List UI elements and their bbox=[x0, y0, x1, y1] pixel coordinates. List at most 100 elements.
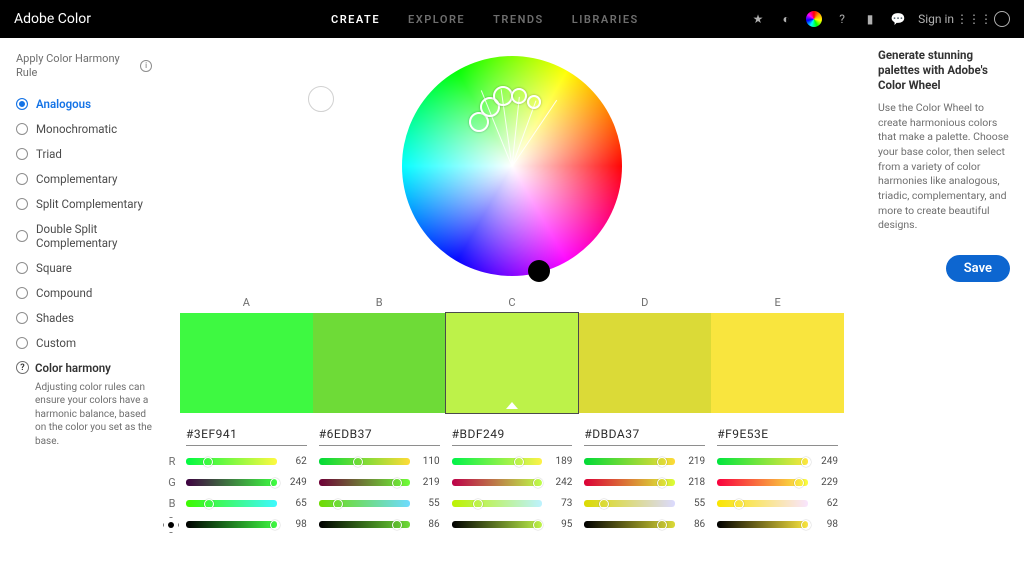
slider-thumb[interactable] bbox=[794, 478, 804, 488]
swatch-color[interactable] bbox=[180, 313, 313, 413]
slider-thumb[interactable] bbox=[392, 520, 402, 530]
slider-track[interactable] bbox=[584, 521, 675, 528]
nav-libraries[interactable]: LIBRARIES bbox=[572, 13, 639, 26]
black-dot-preview[interactable] bbox=[528, 260, 550, 282]
slider-track[interactable] bbox=[186, 500, 277, 507]
slider-thumb[interactable] bbox=[801, 520, 811, 530]
save-button[interactable]: Save bbox=[946, 255, 1010, 282]
slider-thumb[interactable] bbox=[270, 478, 280, 488]
slider-track[interactable] bbox=[717, 521, 808, 528]
slider-thumb[interactable] bbox=[801, 457, 811, 467]
slider-thumb[interactable] bbox=[473, 499, 483, 509]
swatch-color[interactable] bbox=[313, 313, 446, 413]
wheel-marker-e[interactable] bbox=[527, 95, 541, 109]
swatch-color[interactable] bbox=[578, 313, 711, 413]
slider-thumb[interactable] bbox=[514, 457, 524, 467]
slider-value[interactable]: 110 bbox=[416, 456, 440, 467]
slider-track[interactable] bbox=[319, 521, 410, 528]
wheel-marker-d[interactable] bbox=[511, 88, 527, 104]
slider-track[interactable] bbox=[186, 479, 277, 486]
harmony-rule-analogous[interactable]: Analogous bbox=[16, 97, 152, 111]
harmony-rule-monochromatic[interactable]: Monochromatic bbox=[16, 122, 152, 136]
harmony-rule-triad[interactable]: Triad bbox=[16, 147, 152, 161]
harmony-rule-square[interactable]: Square bbox=[16, 261, 152, 275]
slider-thumb[interactable] bbox=[353, 457, 363, 467]
apps-icon[interactable]: ⋮⋮⋮ bbox=[966, 11, 982, 27]
slider-thumb[interactable] bbox=[392, 478, 402, 488]
slider-track[interactable] bbox=[717, 500, 808, 507]
slider-value[interactable]: 249 bbox=[283, 477, 307, 488]
slider-thumb[interactable] bbox=[204, 499, 214, 509]
slider-track[interactable] bbox=[186, 458, 277, 465]
slider-value[interactable]: 242 bbox=[548, 477, 572, 488]
harmony-rule-double-split-complementary[interactable]: Double Split Complementary bbox=[16, 222, 152, 250]
hex-value-b[interactable]: #6EDB37 bbox=[313, 423, 446, 446]
info-icon[interactable]: i bbox=[140, 60, 152, 72]
cc-icon[interactable] bbox=[994, 11, 1010, 27]
nav-trends[interactable]: TRENDS bbox=[493, 13, 544, 26]
slider-track[interactable] bbox=[319, 479, 410, 486]
color-wheel-icon[interactable] bbox=[806, 11, 822, 27]
slider-value[interactable]: 219 bbox=[681, 456, 705, 467]
nav-explore[interactable]: EXPLORE bbox=[408, 13, 465, 26]
slider-track[interactable] bbox=[584, 458, 675, 465]
slider-value[interactable]: 86 bbox=[681, 519, 705, 530]
slider-track[interactable] bbox=[452, 458, 543, 465]
slider-value[interactable]: 62 bbox=[814, 498, 838, 509]
slider-thumb[interactable] bbox=[533, 520, 543, 530]
chat-icon[interactable]: 💬 bbox=[890, 11, 906, 27]
slider-track[interactable] bbox=[452, 521, 543, 528]
hex-value-e[interactable]: #F9E53E bbox=[711, 423, 844, 446]
slider-thumb[interactable] bbox=[203, 457, 213, 467]
slider-value[interactable]: 86 bbox=[416, 519, 440, 530]
slider-value[interactable]: 62 bbox=[283, 456, 307, 467]
hex-value-a[interactable]: #3EF941 bbox=[180, 423, 313, 446]
slider-value[interactable]: 219 bbox=[416, 477, 440, 488]
slider-track[interactable] bbox=[452, 479, 543, 486]
moon-icon[interactable]: ◐ bbox=[778, 11, 794, 27]
slider-track[interactable] bbox=[584, 500, 675, 507]
slider-value[interactable]: 98 bbox=[283, 519, 307, 530]
harmony-rule-split-complementary[interactable]: Split Complementary bbox=[16, 197, 152, 211]
slider-thumb[interactable] bbox=[270, 520, 280, 530]
question-icon[interactable]: ? bbox=[16, 361, 29, 374]
slider-thumb[interactable] bbox=[657, 520, 667, 530]
slider-thumb[interactable] bbox=[599, 499, 609, 509]
slider-value[interactable]: 218 bbox=[681, 477, 705, 488]
slider-value[interactable]: 55 bbox=[416, 498, 440, 509]
slider-value[interactable]: 55 bbox=[681, 498, 705, 509]
slider-thumb[interactable] bbox=[533, 478, 543, 488]
slider-track[interactable] bbox=[319, 458, 410, 465]
slider-value[interactable]: 95 bbox=[548, 519, 572, 530]
slider-thumb[interactable] bbox=[734, 499, 744, 509]
slider-value[interactable]: 98 bbox=[814, 519, 838, 530]
slider-value[interactable]: 229 bbox=[814, 477, 838, 488]
hex-value-d[interactable]: #DBDA37 bbox=[578, 423, 711, 446]
slider-track[interactable] bbox=[319, 500, 410, 507]
slider-track[interactable] bbox=[717, 458, 808, 465]
notification-icon[interactable]: ▮ bbox=[862, 11, 878, 27]
hex-value-c[interactable]: #BDF249 bbox=[446, 423, 579, 446]
slider-track[interactable] bbox=[186, 521, 277, 528]
swatch-color[interactable] bbox=[711, 313, 844, 413]
slider-track[interactable] bbox=[584, 479, 675, 486]
slider-value[interactable]: 73 bbox=[548, 498, 572, 509]
slider-value[interactable]: 65 bbox=[283, 498, 307, 509]
slider-value[interactable]: 249 bbox=[814, 456, 838, 467]
slider-value[interactable]: 189 bbox=[548, 456, 572, 467]
nav-create[interactable]: CREATE bbox=[331, 13, 380, 26]
harmony-rule-complementary[interactable]: Complementary bbox=[16, 172, 152, 186]
slider-thumb[interactable] bbox=[333, 499, 343, 509]
harmony-rule-shades[interactable]: Shades bbox=[16, 311, 152, 325]
slider-thumb[interactable] bbox=[657, 457, 667, 467]
sign-in-link[interactable]: Sign in bbox=[918, 12, 954, 26]
slider-track[interactable] bbox=[452, 500, 543, 507]
color-wheel[interactable] bbox=[402, 56, 622, 276]
help-icon[interactable]: ? bbox=[834, 11, 850, 27]
harmony-rule-custom[interactable]: Custom bbox=[16, 336, 152, 350]
slider-track[interactable] bbox=[717, 479, 808, 486]
star-icon[interactable]: ★ bbox=[750, 11, 766, 27]
harmony-rule-compound[interactable]: Compound bbox=[16, 286, 152, 300]
slider-thumb[interactable] bbox=[657, 478, 667, 488]
swatch-color[interactable] bbox=[446, 313, 579, 413]
